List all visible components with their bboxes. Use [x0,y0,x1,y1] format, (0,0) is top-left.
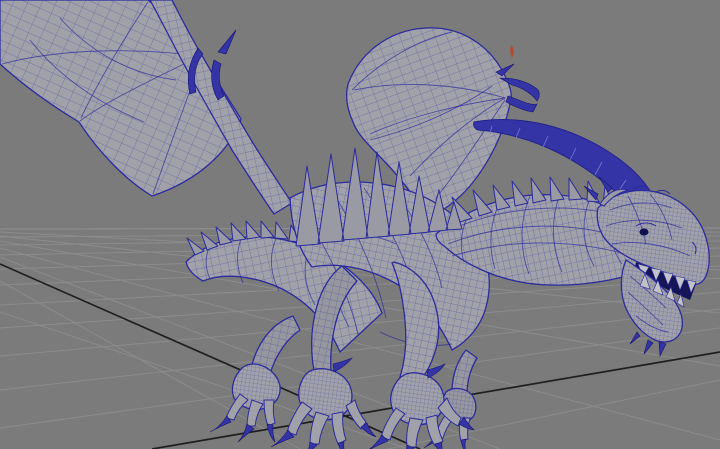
eye [640,229,649,236]
viewport-canvas[interactable] [0,0,720,449]
viewport[interactable] [0,0,720,449]
